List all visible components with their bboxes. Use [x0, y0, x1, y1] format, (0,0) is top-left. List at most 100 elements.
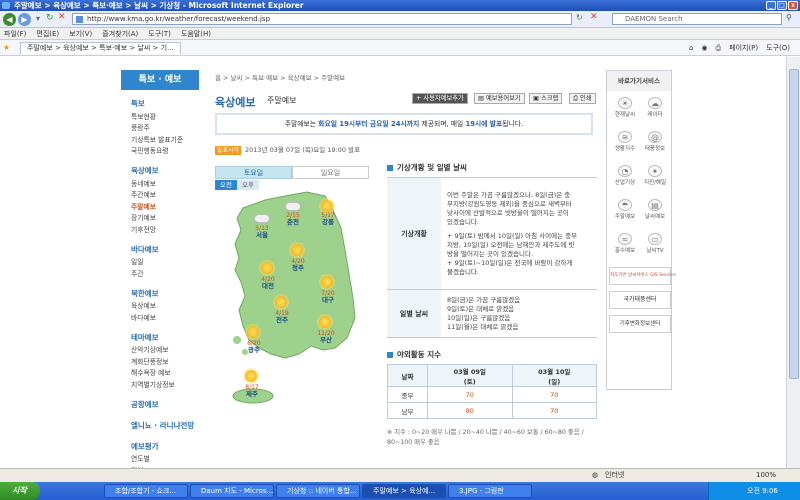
notice-box: 주말예보는 화요일 19시부터 금요일 24시까지 제공되며, 매일 19시에 …: [215, 113, 593, 135]
sidebar-item[interactable]: 풍랑주: [121, 123, 199, 135]
page-menu[interactable]: 페이지(P): [729, 42, 758, 54]
quick-label: 산업기상: [614, 180, 636, 186]
favorites-star-icon[interactable]: ★: [3, 43, 10, 52]
sidebar-item[interactable]: 주간예보: [121, 190, 199, 202]
taskbar-item[interactable]: 기상청 :: 네이버 통합...: [276, 484, 360, 498]
city-gangneung: 5/17 강릉: [313, 212, 343, 226]
cell-value: 70: [427, 386, 513, 403]
table-row: 일별 날씨 8일(금)은 가끔 구름많겠음 9일(토)은 대체로 맑겠음 10일…: [387, 289, 597, 338]
sidebar-item[interactable]: 동네예보: [121, 178, 199, 190]
sidebar-item[interactable]: 해수욕장 예보: [121, 368, 199, 380]
sidebar-item[interactable]: 연도별: [121, 454, 199, 466]
sidebar-item[interactable]: 기상특보 발표기준: [121, 134, 199, 146]
quick-typhoon[interactable]: @ 태풍정보: [640, 131, 670, 152]
quick-flood[interactable]: ≈ 홍수예보: [610, 233, 640, 254]
sidebar-item[interactable]: 장기예보: [121, 213, 199, 225]
menu-favorites[interactable]: 즐겨찾기(A): [102, 28, 138, 39]
forward-icon[interactable]: ▶: [18, 13, 31, 26]
quick-weather-tv[interactable]: ▭ 날씨TV: [640, 233, 670, 254]
start-button[interactable]: 시작: [0, 482, 40, 500]
climate-center-banner[interactable]: 기후변화정보센터: [609, 315, 671, 333]
back-icon[interactable]: ◀: [3, 13, 16, 26]
col-day2-date: 03월 10일: [538, 367, 571, 376]
sidebar-section-elnino[interactable]: 엘니뇨 · 라니냐전망: [121, 412, 199, 433]
tab-saturday[interactable]: 토요일: [215, 166, 292, 179]
url-field[interactable]: http://www.kma.go.kr/weather/forecast/we…: [72, 13, 572, 25]
taskbar-item[interactable]: 3.JPG - 그림판: [448, 484, 532, 498]
minimize-button[interactable]: _: [766, 1, 776, 10]
quick-industry[interactable]: ◔ 산업기상: [610, 165, 640, 186]
feed-icon[interactable]: ◉: [701, 42, 707, 54]
sidebar-section-north[interactable]: 북한예보: [121, 280, 199, 301]
maximize-button[interactable]: □: [777, 1, 787, 10]
sidebar-section-eval[interactable]: 예보평가: [121, 433, 199, 454]
city-name: 광주: [248, 346, 260, 354]
sidebar-item[interactable]: 바다예보: [121, 312, 199, 324]
sidebar-section-theme[interactable]: 테마예보: [121, 324, 199, 345]
menu-help[interactable]: 도움말(H): [181, 28, 211, 39]
search-input[interactable]: DAEMON Search: [612, 13, 782, 25]
daily-line: 9일(토)은 대체로 맑겠음: [447, 304, 515, 313]
quick-current-weather[interactable]: ☀ 현재날씨: [610, 97, 640, 118]
menu-edit[interactable]: 편집(E): [36, 28, 59, 39]
sidebar-item[interactable]: 기후전망: [121, 224, 199, 236]
sidebar-item-active[interactable]: 주말예보: [121, 201, 199, 213]
cloud-icon: ☁: [648, 97, 662, 109]
go-icon[interactable]: ↻: [576, 13, 583, 22]
close-button[interactable]: x: [788, 1, 798, 10]
tools-menu[interactable]: 도구(O): [766, 42, 790, 54]
sidebar-item[interactable]: 국민행동요령: [121, 146, 199, 158]
gis-service-banner[interactable]: 지도기반 날씨서비스 GIS Service: [609, 267, 676, 285]
print-icon[interactable]: ⎙: [716, 42, 722, 54]
search-icon[interactable]: ⚲: [786, 13, 792, 22]
dropdown-icon[interactable]: ▾: [36, 14, 40, 23]
menu-tools[interactable]: 도구(T): [148, 28, 171, 39]
cell-value: 80: [427, 402, 513, 419]
scrap-button[interactable]: ▣ 스크랩: [529, 93, 563, 104]
sidebar-item[interactable]: 지역별기상정보: [121, 379, 199, 391]
quick-life-index[interactable]: ≋ 생활지수: [610, 131, 640, 152]
print-button[interactable]: ⎙ 인쇄: [569, 93, 596, 104]
sidebar-item[interactable]: 육상예보: [121, 301, 199, 313]
book-icon: ▤: [478, 95, 486, 102]
sidebar-item[interactable]: 산악기상예보: [121, 345, 199, 357]
outlook-line: + 9일(토) 밤에서 10일(일) 아침 사이에는 충부: [447, 231, 578, 240]
zoom-level[interactable]: 100%: [756, 469, 776, 482]
taskbar-item[interactable]: 조합/조합기 - 쇼크...: [104, 484, 188, 498]
quick-forecast[interactable]: ▤ 날씨예보: [640, 199, 670, 220]
sidebar-item[interactable]: 특보현황: [121, 111, 199, 123]
quick-weekend[interactable]: ☂ 주말예보: [610, 199, 640, 220]
stop-icon[interactable]: ✕: [58, 12, 66, 22]
tab-sunday[interactable]: 일요일: [292, 166, 369, 179]
menu-file[interactable]: 파일(F): [4, 28, 26, 39]
sidebar-item[interactable]: 계화단풍정보: [121, 356, 199, 368]
tab-am[interactable]: 오전: [215, 180, 237, 190]
browser-tab[interactable]: 주말예보 > 육상예보 > 특보·예보 > 날씨 > 기...: [20, 42, 181, 54]
sidebar-section-land[interactable]: 육상예보: [121, 157, 199, 178]
sidebar-section-warning[interactable]: 특보: [121, 90, 199, 111]
col-day2: 03월 10일 (일): [511, 364, 597, 387]
menu-view[interactable]: 보기(V): [69, 28, 92, 39]
taskbar-item-active[interactable]: 주말예보 > 육상예...: [362, 484, 446, 498]
quick-earthquake[interactable]: ✦ 지진/해일: [640, 165, 670, 186]
typhoon-icon: @: [648, 131, 662, 143]
taskbar-item[interactable]: Daum 지도 - Micros...: [190, 484, 274, 498]
scrollbar-thumb[interactable]: [789, 69, 799, 379]
typhoon-center-banner[interactable]: 국가태풍센터: [609, 291, 671, 309]
tab-pm[interactable]: 오후: [237, 180, 259, 190]
vertical-scrollbar[interactable]: [786, 57, 800, 468]
glossary-button[interactable]: ▤ 예보용어보기: [474, 93, 525, 104]
refresh-icon[interactable]: ↻: [46, 13, 54, 23]
add-forecast-button[interactable]: + 사용자예보추가: [412, 93, 468, 104]
stop-icon[interactable]: ✕: [590, 12, 598, 22]
sidebar-section-airport[interactable]: 공항예보: [121, 391, 199, 412]
sidebar-item[interactable]: 주간: [121, 268, 199, 280]
sidebar-section-sea[interactable]: 바다예보: [121, 236, 199, 257]
quick-radar[interactable]: ☁ 레이더: [640, 97, 670, 118]
sidebar-item[interactable]: 일일: [121, 257, 199, 269]
home-icon[interactable]: ⌂: [689, 42, 693, 54]
outlook-line: 있겠습니다.: [447, 217, 479, 226]
outlook-text: 이번 주말은 가끔 구름많겠으나, 8일(금)은 충 부지방(강원도영동 제외)…: [441, 177, 597, 290]
outlook-line: + 9일(토)~10일(일)은 전국에 바람이 강하게: [447, 258, 573, 267]
daily-line: 10일(일)은 구름많겠음: [447, 313, 511, 322]
